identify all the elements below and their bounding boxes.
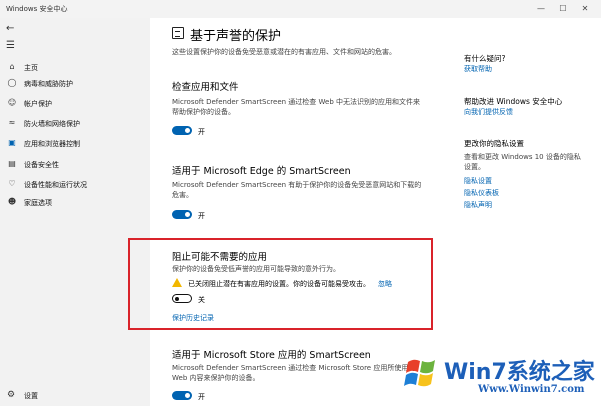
privacy-description: 查看和更改 Windows 10 设备的隐私设置。 [464, 153, 581, 171]
watermark-url: Www.Winwin7.com [478, 384, 585, 395]
family-icon: ☻ [7, 197, 17, 206]
sidebar-item-label: 帐户保护 [24, 100, 52, 108]
sidebar-item-device-performance[interactable]: ♡ 设备性能和运行状况 [0, 177, 150, 193]
privacy-settings-link[interactable]: 隐私设置 [464, 176, 492, 186]
feedback-link[interactable]: 向我们提供反馈 [464, 107, 513, 117]
sidebar-item-family-options[interactable]: ☻ 家庭选项 [0, 195, 150, 211]
sidebar-item-account-protection[interactable]: ☺ 帐户保护 [0, 96, 150, 112]
check-apps-toggle[interactable] [172, 126, 192, 135]
sidebar-item-firewall[interactable]: ≈ 防火墙和网络保护 [0, 116, 150, 132]
section-title-check-apps: 检查应用和文件 [172, 82, 239, 93]
page-title: 基于声誉的保护 [190, 29, 282, 44]
get-help-link[interactable]: 获取帮助 [464, 64, 492, 74]
heart-icon: ♡ [8, 179, 16, 188]
wifi-icon: ≈ [8, 118, 16, 127]
toggle-state-label: 开 [198, 212, 205, 220]
sidebar-item-label: 防火墙和网络保护 [24, 120, 80, 128]
sidebar-item-app-browser-control[interactable]: ▣ 应用和浏览器控制 [0, 136, 150, 152]
help-question-heading: 有什么疑问? [464, 54, 506, 63]
sidebar-item-label: 设备性能和运行状况 [24, 181, 87, 189]
section-title-edge-smartscreen: 适用于 Microsoft Edge 的 SmartScreen [172, 166, 351, 177]
close-icon[interactable]: ✕ [576, 0, 594, 18]
laptop-icon: ▤ [8, 159, 16, 168]
edge-smartscreen-toggle[interactable] [172, 210, 192, 219]
section-description: Microsoft Defender SmartScreen 通过检查 Web … [172, 98, 421, 116]
sidebar-item-home[interactable]: ⌂ 主页 [0, 60, 150, 76]
windows-flag-icon [404, 359, 435, 387]
sidebar-item-settings[interactable]: ⚙ 设置 [0, 388, 150, 404]
privacy-dashboard-link[interactable]: 隐私仪表板 [464, 188, 499, 198]
watermark-logo: Win7系统之家 Www.Winwin7.com [402, 346, 601, 406]
section-description: Microsoft Defender SmartScreen 通过检查 Micr… [172, 364, 416, 382]
section-title-store-smartscreen: 适用于 Microsoft Store 应用的 SmartScreen [172, 350, 371, 361]
home-icon: ⌂ [9, 62, 15, 71]
minimize-icon[interactable]: — [532, 0, 550, 18]
sidebar: ← ☰ ⌂ 主页 ◯ 病毒和威胁防护 ☺ 帐户保护 ≈ 防火墙和网络保护 ▣ 应… [0, 18, 150, 406]
maximize-icon[interactable]: ☐ [554, 0, 572, 18]
app-browser-icon [172, 27, 184, 39]
store-smartscreen-toggle[interactable] [172, 391, 192, 400]
shield-icon: ◯ [7, 78, 17, 87]
toggle-state-label: 开 [198, 393, 205, 401]
toggle-state-label: 开 [198, 128, 205, 136]
page-description: 这些设置保护你的设备免受恶意或潜在的有害应用、文件和网站的危害。 [172, 48, 396, 56]
privacy-statement-link[interactable]: 隐私声明 [464, 200, 492, 210]
title-bar: Windows 安全中心 — ☐ ✕ [0, 0, 601, 18]
privacy-heading: 更改你的隐私设置 [464, 139, 524, 148]
sidebar-item-virus-protection[interactable]: ◯ 病毒和威胁防护 [0, 76, 150, 92]
sidebar-item-label: 设置 [24, 392, 38, 400]
app-browser-icon: ▣ [8, 138, 16, 147]
person-icon: ☺ [7, 98, 17, 107]
sidebar-item-label: 应用和浏览器控制 [24, 140, 80, 148]
sidebar-item-label: 病毒和威胁防护 [24, 80, 73, 88]
sidebar-item-label: 设备安全性 [24, 161, 59, 169]
highlight-frame [128, 238, 433, 330]
gear-icon: ⚙ [7, 390, 16, 400]
section-description: Microsoft Defender SmartScreen 有助于保护你的设备… [172, 181, 422, 199]
sidebar-item-label: 主页 [24, 64, 38, 72]
sidebar-item-device-security[interactable]: ▤ 设备安全性 [0, 157, 150, 173]
back-arrow-icon[interactable]: ← [6, 23, 14, 34]
sidebar-item-label: 家庭选项 [24, 199, 52, 207]
improve-heading: 帮助改进 Windows 安全中心 [464, 97, 563, 106]
window-title: Windows 安全中心 [6, 5, 68, 13]
watermark-title: Win7系统之家 [444, 360, 595, 385]
hamburger-menu-icon[interactable]: ☰ [6, 40, 15, 51]
